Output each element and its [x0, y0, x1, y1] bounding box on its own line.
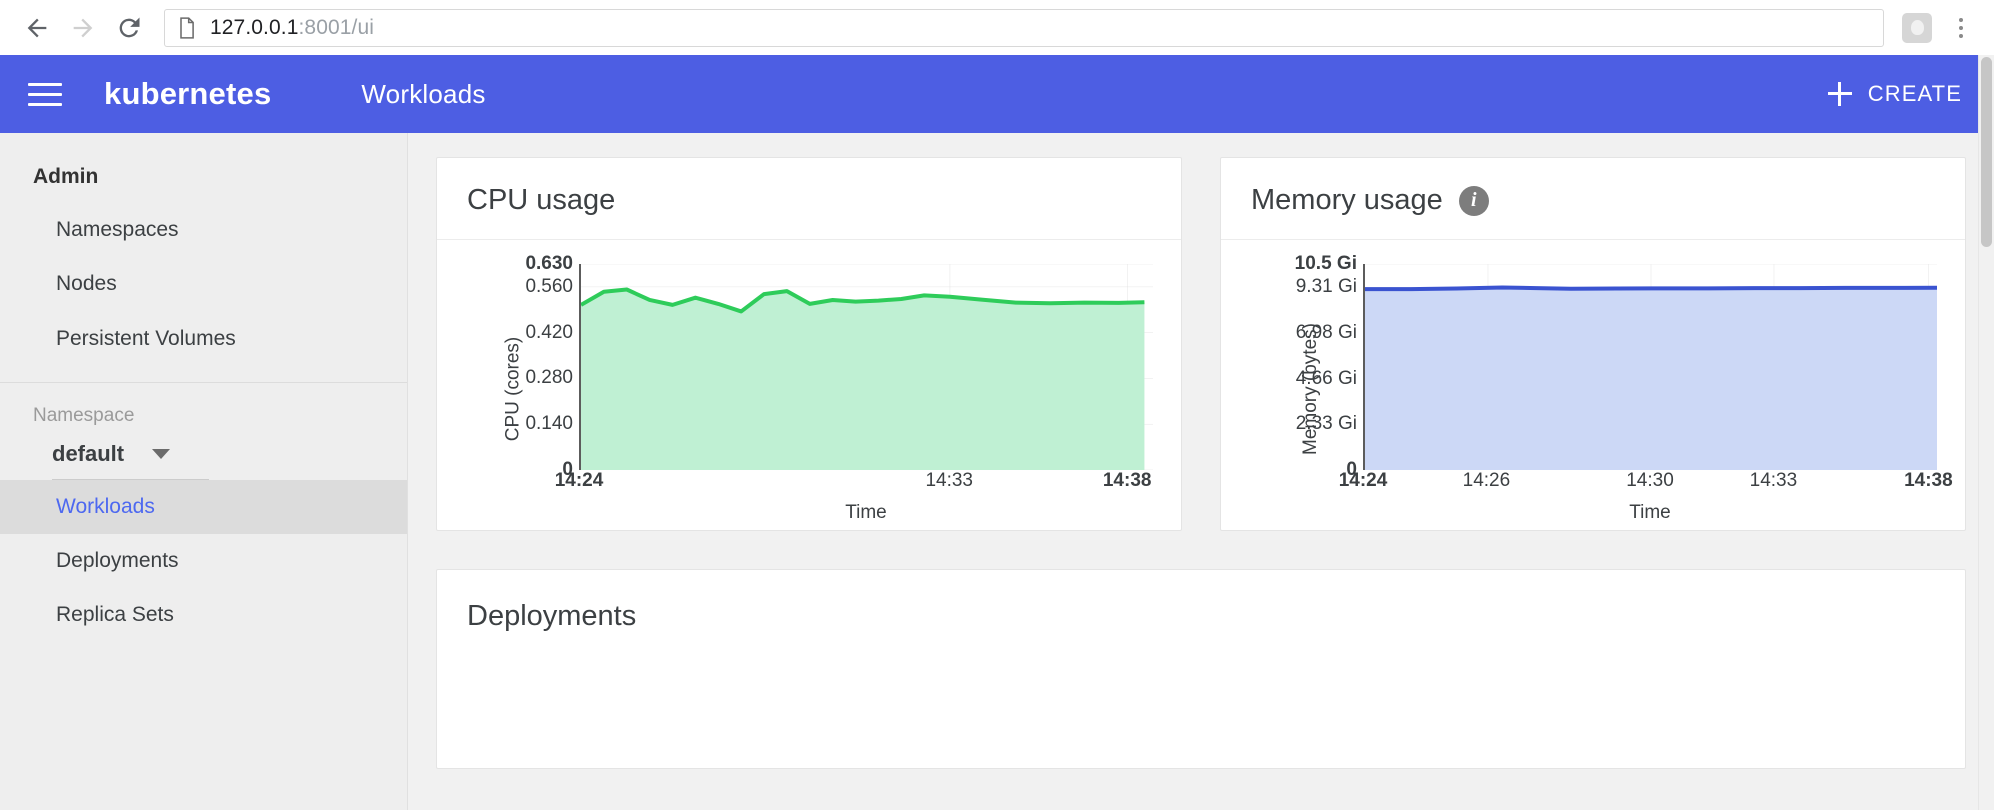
sidebar-item-persistent-volumes[interactable]: Persistent Volumes — [0, 312, 407, 366]
extension-shield-icon[interactable] — [1902, 13, 1932, 43]
scrollbar-thumb[interactable] — [1981, 57, 1992, 247]
x-axis-tick: 14:33 — [1750, 470, 1798, 492]
y-axis-tick: 4.66 Gi — [1296, 368, 1357, 390]
y-axis-tick: 9.31 Gi — [1296, 276, 1357, 298]
arrow-left-icon — [23, 14, 51, 42]
x-axis-tick: 14:33 — [925, 470, 973, 492]
namespace-select[interactable]: default — [52, 441, 209, 480]
cpu-card-header: CPU usage — [437, 158, 1181, 240]
kubernetes-logo[interactable]: kubernetes — [104, 76, 271, 112]
memory-x-axis-ticks: 14:2414:2614:3014:3314:38 — [1363, 470, 1937, 494]
sidebar-item-nodes[interactable]: Nodes — [0, 257, 407, 311]
page-title: Workloads — [361, 79, 485, 110]
memory-usage-card: Memory usage i Memory (bytes) 02.33 Gi4.… — [1220, 157, 1966, 531]
memory-y-axis-ticks: 02.33 Gi4.66 Gi6.98 Gi9.31 Gi10.5 Gi — [1271, 264, 1357, 470]
y-axis-tick: 2.33 Gi — [1296, 413, 1357, 435]
app-body: Admin Namespaces Nodes Persistent Volume… — [0, 133, 1994, 810]
kebab-menu-icon[interactable] — [1948, 8, 1974, 48]
plus-icon — [1828, 82, 1852, 106]
memory-x-axis-title: Time — [1363, 502, 1937, 524]
x-axis-tick: 14:24 — [1339, 470, 1388, 492]
cpu-card-title: CPU usage — [467, 184, 615, 217]
x-axis-tick: 14:26 — [1463, 470, 1511, 492]
info-icon[interactable]: i — [1459, 186, 1489, 216]
memory-card-body: Memory (bytes) 02.33 Gi4.66 Gi6.98 Gi9.3… — [1221, 240, 1965, 530]
browser-toolbar: 127.0.0.1:8001/ui — [0, 0, 1994, 55]
cpu-card-body: CPU (cores) 00.1400.2800.4200.5600.630 1… — [437, 240, 1181, 530]
sidebar: Admin Namespaces Nodes Persistent Volume… — [0, 133, 408, 810]
app-header: kubernetes Workloads CREATE — [0, 55, 1994, 133]
shield-glyph — [1911, 20, 1924, 35]
kebab-dot — [1959, 18, 1963, 22]
namespace-selected-value: default — [52, 441, 124, 467]
x-axis-tick: 14:38 — [1103, 470, 1152, 492]
y-axis-tick: 0.420 — [525, 322, 573, 344]
kebab-dot — [1959, 34, 1963, 38]
sidebar-item-workloads[interactable]: Workloads — [0, 480, 407, 534]
back-button[interactable] — [14, 5, 60, 51]
reload-button[interactable] — [106, 5, 152, 51]
arrow-right-icon — [69, 14, 97, 42]
metrics-cards-row: CPU usage CPU (cores) 00.1400.2800.4200.… — [436, 157, 1966, 531]
memory-plot-area — [1363, 264, 1937, 470]
y-axis-tick: 6.98 Gi — [1296, 322, 1357, 344]
deployments-card-header: Deployments — [437, 570, 1965, 657]
url-text: 127.0.0.1:8001/ui — [210, 16, 374, 40]
y-axis-tick: 0.280 — [525, 367, 573, 389]
cpu-x-axis-title: Time — [579, 502, 1153, 524]
memory-card-title: Memory usage — [1251, 184, 1443, 217]
sidebar-item-deployments[interactable]: Deployments — [0, 534, 407, 588]
deployments-card: Deployments — [436, 569, 1966, 769]
sidebar-item-namespaces[interactable]: Namespaces — [0, 203, 407, 257]
sidebar-section-admin: Admin — [0, 155, 407, 203]
forward-button[interactable] — [60, 5, 106, 51]
reload-icon — [115, 14, 143, 42]
hamburger-line — [28, 93, 62, 96]
x-axis-tick: 14:38 — [1904, 470, 1953, 492]
memory-usage-chart: Memory (bytes) 02.33 Gi4.66 Gi6.98 Gi9.3… — [1243, 264, 1943, 514]
sidebar-item-replica-sets[interactable]: Replica Sets — [0, 588, 407, 642]
memory-card-header: Memory usage i — [1221, 158, 1965, 240]
cpu-series-svg — [581, 264, 1153, 470]
cpu-x-axis-ticks: 14:2414:3314:38 — [579, 470, 1153, 494]
chevron-down-icon — [152, 449, 170, 459]
x-axis-tick: 14:30 — [1626, 470, 1674, 492]
kebab-dot — [1959, 26, 1963, 30]
url-path: :8001/ui — [298, 16, 374, 39]
hamburger-menu-icon[interactable] — [22, 71, 68, 117]
page-document-icon — [177, 17, 196, 39]
create-button-label: CREATE — [1868, 81, 1962, 107]
address-bar[interactable]: 127.0.0.1:8001/ui — [164, 9, 1884, 47]
page-scrollbar[interactable] — [1978, 55, 1994, 810]
hamburger-line — [28, 83, 62, 86]
main-content: CPU usage CPU (cores) 00.1400.2800.4200.… — [408, 133, 1994, 810]
y-axis-tick: 0.630 — [525, 253, 573, 275]
memory-series-svg — [1365, 264, 1937, 470]
x-axis-tick: 14:24 — [555, 470, 604, 492]
url-host: 127.0.0.1 — [210, 16, 298, 39]
hamburger-line — [28, 103, 62, 106]
cpu-usage-card: CPU usage CPU (cores) 00.1400.2800.4200.… — [436, 157, 1182, 531]
cpu-plot — [579, 264, 1153, 470]
create-button[interactable]: CREATE — [1824, 75, 1966, 113]
namespace-label: Namespace — [0, 383, 407, 437]
memory-plot — [1363, 264, 1937, 470]
y-axis-tick: 0.560 — [525, 276, 573, 298]
y-axis-tick: 10.5 Gi — [1295, 253, 1357, 275]
y-axis-tick: 0.140 — [525, 413, 573, 435]
deployments-card-title: Deployments — [467, 600, 636, 632]
cpu-usage-chart: CPU (cores) 00.1400.2800.4200.5600.630 1… — [459, 264, 1159, 514]
cpu-y-axis-ticks: 00.1400.2800.4200.5600.630 — [487, 264, 573, 470]
cpu-plot-area — [579, 264, 1153, 470]
